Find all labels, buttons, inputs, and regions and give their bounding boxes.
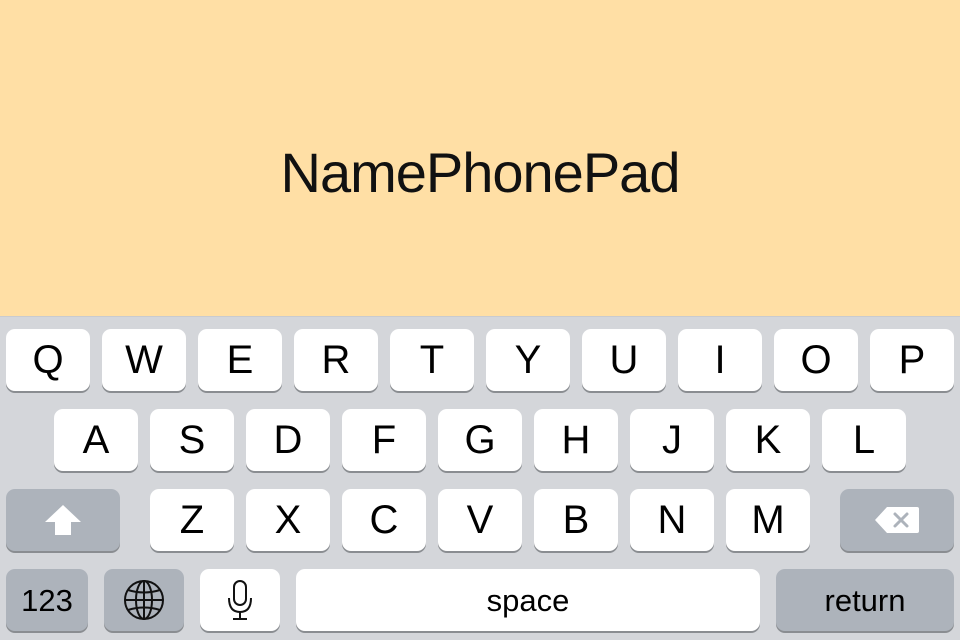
key-j[interactable]: J [630,409,714,471]
key-m[interactable]: M [726,489,810,551]
microphone-key[interactable] [200,569,280,631]
key-label: M [751,498,785,542]
shift-arrow-icon [45,505,81,535]
key-v[interactable]: V [438,489,522,551]
key-z[interactable]: Z [150,489,234,551]
key-a[interactable]: A [54,409,138,471]
key-t[interactable]: T [390,329,474,391]
key-label: L [852,418,876,462]
onscreen-keyboard: Q W E R T Y U I O P A S D F G H J K L Z … [0,316,960,640]
key-w[interactable]: W [102,329,186,391]
key-d[interactable]: D [246,409,330,471]
key-label: Q [32,338,64,382]
key-q[interactable]: Q [6,329,90,391]
text-display-area: NamePhonePad [0,0,960,316]
key-label: N [657,498,687,542]
key-label: S [178,418,206,462]
key-i[interactable]: I [678,329,762,391]
key-label: U [609,338,639,382]
microphone-icon [228,580,252,620]
key-label: W [125,338,163,382]
key-r[interactable]: R [294,329,378,391]
key-label: P [898,338,926,382]
key-label: I [714,338,726,382]
key-k[interactable]: K [726,409,810,471]
key-label: K [754,418,782,462]
numbers-key[interactable]: 123 [6,569,88,631]
shift-key[interactable] [6,489,120,551]
key-label: A [82,418,110,462]
return-key[interactable]: return [776,569,954,631]
key-c[interactable]: C [342,489,426,551]
globe-icon [124,580,164,620]
key-label: space [486,582,570,618]
key-l[interactable]: L [822,409,906,471]
globe-key[interactable] [104,569,184,631]
key-o[interactable]: O [774,329,858,391]
key-label: J [662,418,682,462]
key-x[interactable]: X [246,489,330,551]
key-label: R [321,338,351,382]
key-label: O [800,338,832,382]
key-label: Z [179,498,205,542]
key-label: Y [514,338,542,382]
key-label: G [464,418,496,462]
key-label: T [419,338,445,382]
key-label: X [274,498,302,542]
page-title: NamePhonePad [280,141,681,204]
key-p[interactable]: P [870,329,954,391]
key-label: C [369,498,399,542]
key-label: V [466,498,494,542]
key-n[interactable]: N [630,489,714,551]
key-label: E [226,338,254,382]
key-label: 123 [21,582,73,618]
key-g[interactable]: G [438,409,522,471]
delete-key[interactable] [840,489,954,551]
key-e[interactable]: E [198,329,282,391]
key-s[interactable]: S [150,409,234,471]
key-y[interactable]: Y [486,329,570,391]
key-b[interactable]: B [534,489,618,551]
key-f[interactable]: F [342,409,426,471]
key-label: F [371,418,397,462]
key-label: H [561,418,591,462]
key-label: return [824,582,906,618]
space-key[interactable]: space [296,569,760,631]
key-label: D [273,418,303,462]
key-h[interactable]: H [534,409,618,471]
backspace-icon [875,507,919,533]
key-label: B [562,498,590,542]
key-u[interactable]: U [582,329,666,391]
